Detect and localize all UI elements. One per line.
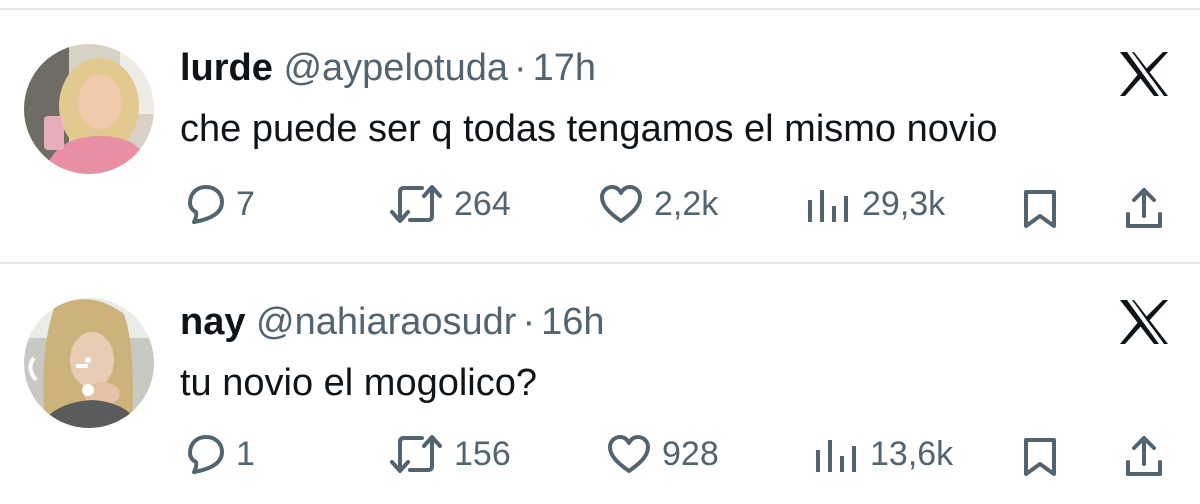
retweet-button[interactable]: 264 xyxy=(388,182,511,226)
tweet-text: che puede ser q todas tengamos el mismo … xyxy=(180,108,998,150)
tweet-card[interactable]: nay @nahiaraosudr · 16h tu novio el mogoli… xyxy=(0,264,1200,504)
reply-icon xyxy=(182,433,226,475)
avatar[interactable] xyxy=(24,298,154,428)
separator: · xyxy=(522,301,536,343)
heart-icon xyxy=(606,433,652,475)
like-button[interactable]: 928 xyxy=(606,432,719,476)
retweet-icon xyxy=(388,184,444,224)
views-icon xyxy=(804,184,852,224)
views-count: 13,6k xyxy=(870,434,954,473)
retweet-button[interactable]: 156 xyxy=(388,432,511,476)
reply-button[interactable]: 7 xyxy=(182,182,255,226)
user-handle[interactable]: @nahiaraosudr xyxy=(256,301,516,343)
like-count: 2,2k xyxy=(654,184,719,223)
display-name[interactable]: nay xyxy=(180,301,245,343)
retweet-count: 156 xyxy=(454,434,511,473)
like-count: 928 xyxy=(662,434,719,473)
bookmark-icon xyxy=(1022,438,1058,482)
tweet-card[interactable]: lurde @aypelotuda · 17h che puede ser q to… xyxy=(0,10,1200,250)
like-button[interactable]: 2,2k xyxy=(598,182,718,226)
x-logo-icon xyxy=(1118,50,1170,98)
views-button[interactable]: 13,6k xyxy=(812,432,953,476)
tweet-header: lurde @aypelotuda · 17h xyxy=(180,46,596,90)
x-logo-icon xyxy=(1118,298,1170,346)
avatar[interactable] xyxy=(24,44,154,174)
display-name[interactable]: lurde xyxy=(180,47,273,89)
reply-button[interactable]: 1 xyxy=(182,432,255,476)
separator: · xyxy=(513,47,527,89)
heart-icon xyxy=(598,183,644,225)
tweet-text: tu novio el mogolico? xyxy=(180,362,537,404)
bookmark-icon xyxy=(1022,190,1058,234)
share-button[interactable] xyxy=(1124,186,1164,235)
retweet-count: 264 xyxy=(454,184,511,223)
reply-count: 1 xyxy=(236,434,255,473)
share-button[interactable] xyxy=(1124,434,1164,483)
share-icon xyxy=(1124,436,1164,482)
reply-count: 7 xyxy=(236,184,255,223)
bookmark-button[interactable] xyxy=(1022,188,1058,235)
views-button[interactable]: 29,3k xyxy=(804,182,945,226)
views-count: 29,3k xyxy=(862,184,946,223)
timestamp[interactable]: 16h xyxy=(541,301,604,343)
timestamp[interactable]: 17h xyxy=(533,47,596,89)
views-icon xyxy=(812,434,860,474)
reply-icon xyxy=(182,183,226,225)
bookmark-button[interactable] xyxy=(1022,436,1058,483)
tweet-header: nay @nahiaraosudr · 16h xyxy=(180,300,605,344)
share-icon xyxy=(1124,188,1164,234)
user-handle[interactable]: @aypelotuda xyxy=(283,47,508,89)
retweet-icon xyxy=(388,434,444,474)
